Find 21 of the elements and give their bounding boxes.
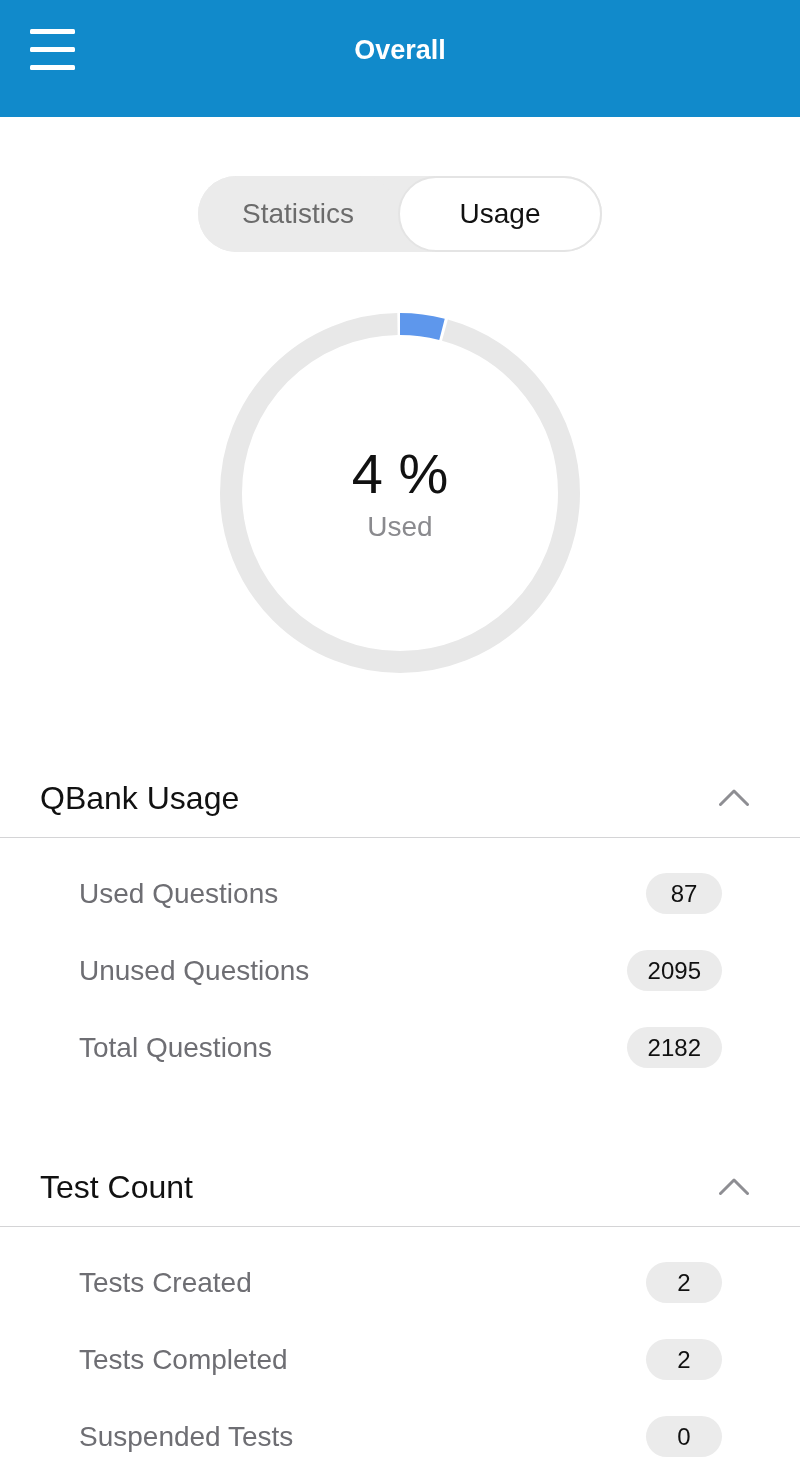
usage-caption: Used (367, 510, 433, 544)
usage-percent: 4 % (351, 442, 449, 506)
count-badge: 0 (646, 1416, 722, 1457)
stat-label: Total Questions (79, 1030, 272, 1065)
stat-label: Tests Completed (79, 1342, 288, 1377)
count-badge: 2095 (626, 950, 722, 991)
count-badge: 2 (646, 1339, 722, 1380)
stat-label: Suspended Tests (79, 1419, 294, 1454)
page-title: Overall (354, 34, 446, 67)
chevron-up-icon[interactable] (719, 789, 749, 806)
segment-tab[interactable]: Usage (398, 176, 602, 252)
menu-icon[interactable] (30, 28, 75, 70)
stat-label: Tests Created (79, 1265, 252, 1300)
count-badge: 2182 (626, 1027, 722, 1068)
section-title: QBank Usage (40, 778, 240, 818)
stat-label: Used Questions (79, 876, 279, 911)
count-badge: 2 (646, 1262, 722, 1303)
stat-label: Unused Questions (79, 953, 310, 988)
section-title: Test Count (40, 1167, 193, 1207)
chevron-up-icon[interactable] (719, 1178, 749, 1195)
count-badge: 87 (646, 873, 722, 914)
